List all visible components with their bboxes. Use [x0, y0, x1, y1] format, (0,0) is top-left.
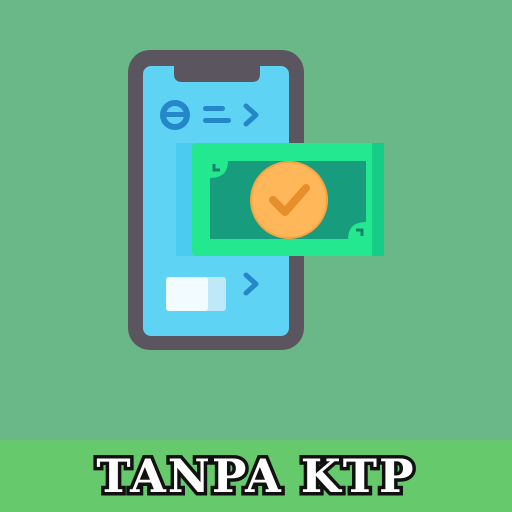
- banner-title: TANPA KTP: [93, 449, 417, 503]
- title-banner: TANPA KTP: [0, 440, 512, 512]
- checkmark-icon: [250, 161, 328, 239]
- payment-illustration: [128, 50, 384, 350]
